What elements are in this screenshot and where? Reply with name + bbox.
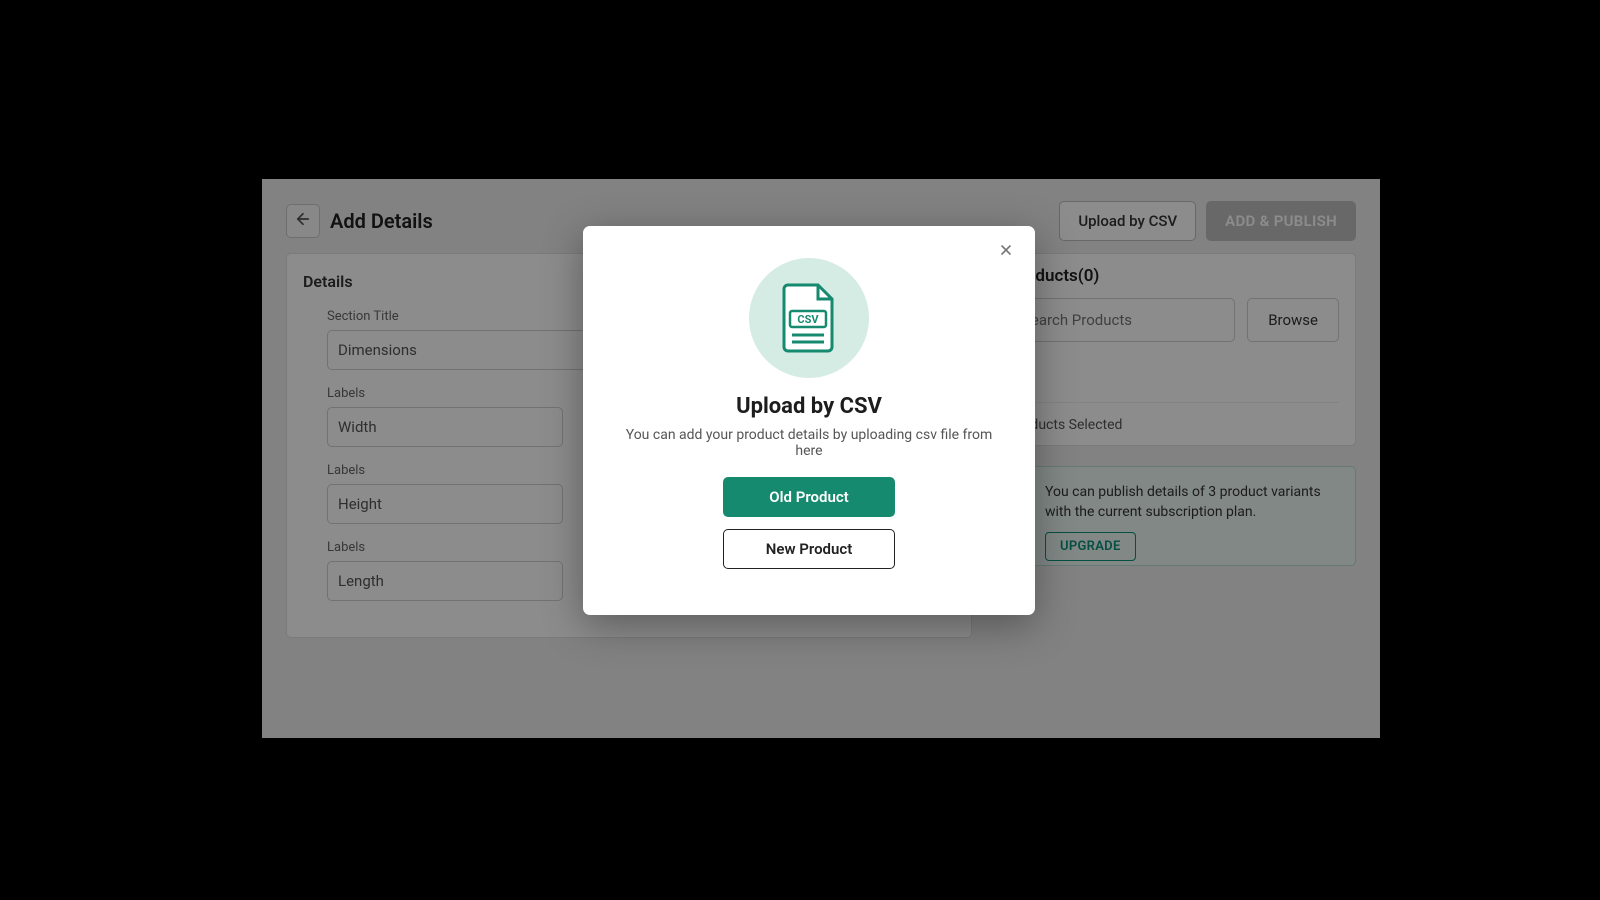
svg-text:CSV: CSV bbox=[797, 313, 819, 326]
modal-subtitle: You can add your product details by uplo… bbox=[611, 427, 1007, 459]
new-product-button[interactable]: New Product bbox=[723, 529, 895, 569]
csv-file-icon: CSV bbox=[749, 258, 869, 378]
close-icon bbox=[998, 239, 1014, 263]
old-product-button[interactable]: Old Product bbox=[723, 477, 895, 517]
modal-title: Upload by CSV bbox=[611, 394, 1007, 419]
modal-close-button[interactable] bbox=[991, 236, 1021, 266]
upload-csv-modal: CSV Upload by CSV You can add your produ… bbox=[583, 226, 1035, 615]
